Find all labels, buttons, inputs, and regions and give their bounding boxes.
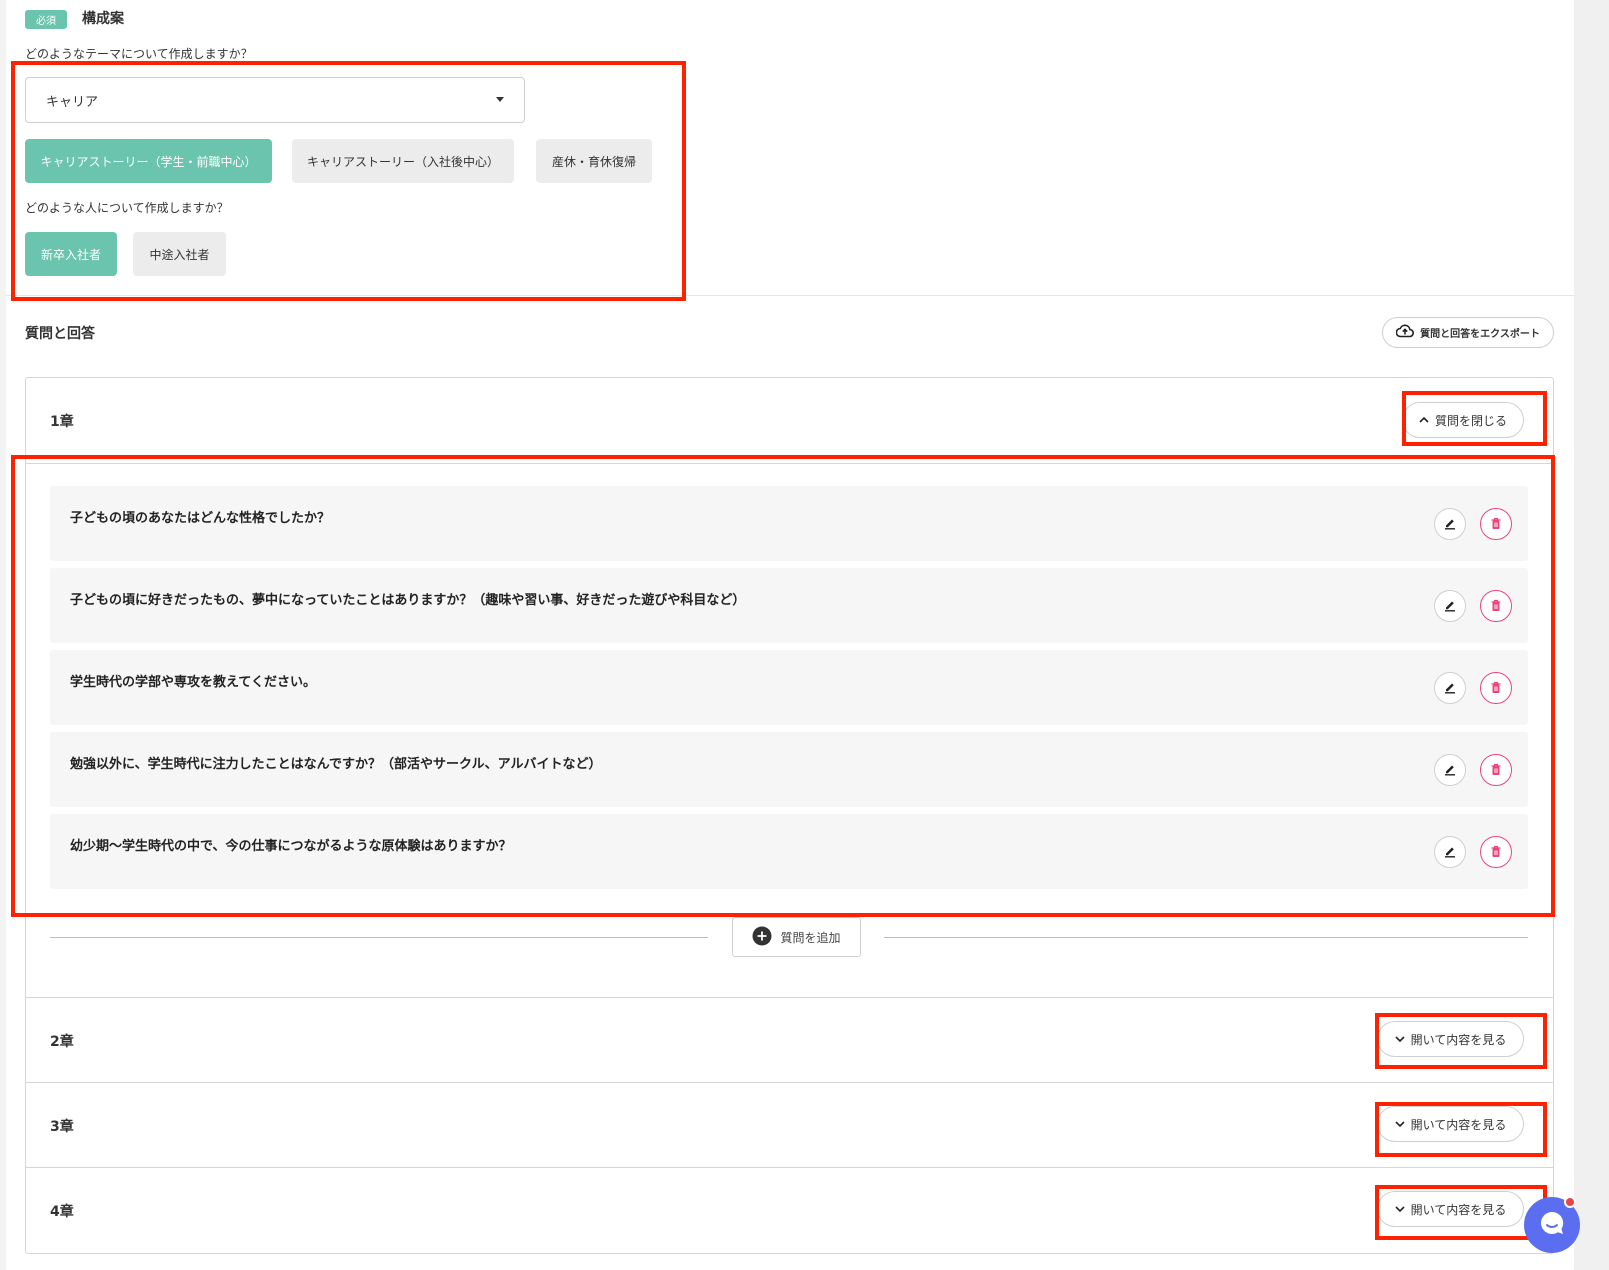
composition-title: 構成案: [82, 11, 124, 27]
question-text: 子どもの頃のあなたはどんな性格でしたか？: [70, 511, 331, 526]
collapse-questions-label: 質問を閉じる: [1434, 413, 1507, 428]
chapter-1-divider: [26, 463, 1553, 464]
expand-chapter-3-label: 開いて内容を見る: [1410, 1117, 1507, 1132]
theme-select[interactable]: キャリア: [25, 77, 525, 123]
edit-question-button[interactable]: [1434, 508, 1466, 540]
chapter-1-title: 1章: [50, 414, 74, 430]
edit-question-button[interactable]: [1434, 836, 1466, 868]
caret-down-icon: [496, 97, 504, 102]
chat-bubble-icon: [1537, 1208, 1567, 1242]
chevron-up-icon: [1419, 413, 1429, 427]
trash-icon: [1490, 843, 1502, 862]
chapter-4-header: 4章 開いて内容を見る: [26, 1167, 1553, 1252]
scrollbar-track[interactable]: [1574, 0, 1609, 1270]
theme-option-maternity-return[interactable]: 産休・育休復帰: [536, 139, 652, 183]
add-question-divider-right: [884, 937, 1528, 938]
collapse-questions-button[interactable]: 質問を閉じる: [1402, 402, 1524, 438]
add-question-divider-left: [50, 937, 708, 938]
delete-question-button[interactable]: [1480, 754, 1512, 786]
expand-chapter-2-label: 開いて内容を見る: [1410, 1032, 1507, 1047]
theme-question-label: どのようなテーマについて作成しますか？: [25, 47, 253, 61]
pencil-icon: [1443, 515, 1457, 534]
add-question-button[interactable]: 質問を追加: [732, 917, 861, 957]
question-text: 勉強以外に、学生時代に注力したことはなんですか？（部活やサークル、アルバイトなど…: [70, 757, 602, 772]
chapters-container: 1章 質問を閉じる 子どもの頃のあなたはどんな性格でしたか？ 子どもの頃に好きだ…: [25, 377, 1554, 1254]
expand-chapter-3-button[interactable]: 開いて内容を見る: [1377, 1106, 1524, 1142]
chapter-1-header: 1章 質問を閉じる: [26, 378, 1553, 463]
edit-question-button[interactable]: [1434, 672, 1466, 704]
chevron-down-icon: [1395, 1202, 1405, 1216]
cloud-upload-icon: [1395, 324, 1415, 341]
chapter-3-title: 3章: [50, 1119, 74, 1135]
question-item: 勉強以外に、学生時代に注力したことはなんですか？（部活やサークル、アルバイトなど…: [50, 732, 1528, 807]
export-qa-label: 質問と回答をエクスポート: [1420, 329, 1540, 340]
theme-select-value: キャリア: [46, 94, 99, 110]
theme-option-career-student[interactable]: キャリアストーリー（学生・前職中心）: [25, 139, 272, 183]
question-text: 子どもの頃に好きだったもの、夢中になっていたことはありますか？（趣味や習い事、好…: [70, 593, 746, 608]
edit-question-button[interactable]: [1434, 754, 1466, 786]
required-badge: 必須: [25, 10, 67, 29]
question-text: 学生時代の学部や専攻を教えてください。: [70, 675, 316, 690]
plus-circle-icon: [752, 926, 772, 949]
pencil-icon: [1443, 597, 1457, 616]
delete-question-button[interactable]: [1480, 836, 1512, 868]
qa-title: 質問と回答: [25, 326, 95, 342]
export-qa-button[interactable]: 質問と回答をエクスポート: [1382, 317, 1554, 348]
question-item: 子どもの頃のあなたはどんな性格でしたか？: [50, 486, 1528, 561]
chapter-2-header: 2章 開いて内容を見る: [26, 997, 1553, 1082]
chevron-down-icon: [1395, 1032, 1405, 1046]
page: 必須 構成案 どのようなテーマについて作成しますか？ キャリア キャリアストーリ…: [6, 0, 1574, 1270]
person-option-new-graduate[interactable]: 新卒入社者: [25, 232, 117, 276]
chapter-3-header: 3章 開いて内容を見る: [26, 1082, 1553, 1167]
composition-section: 必須 構成案 どのようなテーマについて作成しますか？ キャリア キャリアストーリ…: [6, 0, 1574, 296]
question-item: 学生時代の学部や専攻を教えてください。: [50, 650, 1528, 725]
expand-chapter-2-button[interactable]: 開いて内容を見る: [1377, 1021, 1524, 1057]
expand-chapter-4-label: 開いて内容を見る: [1410, 1202, 1507, 1217]
trash-icon: [1490, 597, 1502, 616]
expand-chapter-4-button[interactable]: 開いて内容を見る: [1377, 1191, 1524, 1227]
person-option-mid-career[interactable]: 中途入社者: [133, 232, 226, 276]
delete-question-button[interactable]: [1480, 672, 1512, 704]
trash-icon: [1490, 679, 1502, 698]
trash-icon: [1490, 761, 1502, 780]
pencil-icon: [1443, 679, 1457, 698]
chapter-2-title: 2章: [50, 1034, 74, 1050]
question-item: 子どもの頃に好きだったもの、夢中になっていたことはありますか？（趣味や習い事、好…: [50, 568, 1528, 643]
question-item: 幼少期〜学生時代の中で、今の仕事につながるような原体験はありますか？: [50, 814, 1528, 889]
trash-icon: [1490, 515, 1502, 534]
edit-question-button[interactable]: [1434, 590, 1466, 622]
pencil-icon: [1443, 843, 1457, 862]
delete-question-button[interactable]: [1480, 508, 1512, 540]
add-question-label: 質問を追加: [780, 930, 841, 945]
theme-option-career-after-joining[interactable]: キャリアストーリー（入社後中心）: [292, 139, 514, 183]
pencil-icon: [1443, 761, 1457, 780]
delete-question-button[interactable]: [1480, 590, 1512, 622]
chevron-down-icon: [1395, 1117, 1405, 1131]
notification-dot: [1564, 1196, 1576, 1208]
chapter-4-title: 4章: [50, 1204, 74, 1220]
person-question-label: どのような人について作成しますか？: [25, 201, 229, 215]
question-text: 幼少期〜学生時代の中で、今の仕事につながるような原体験はありますか？: [70, 839, 512, 854]
